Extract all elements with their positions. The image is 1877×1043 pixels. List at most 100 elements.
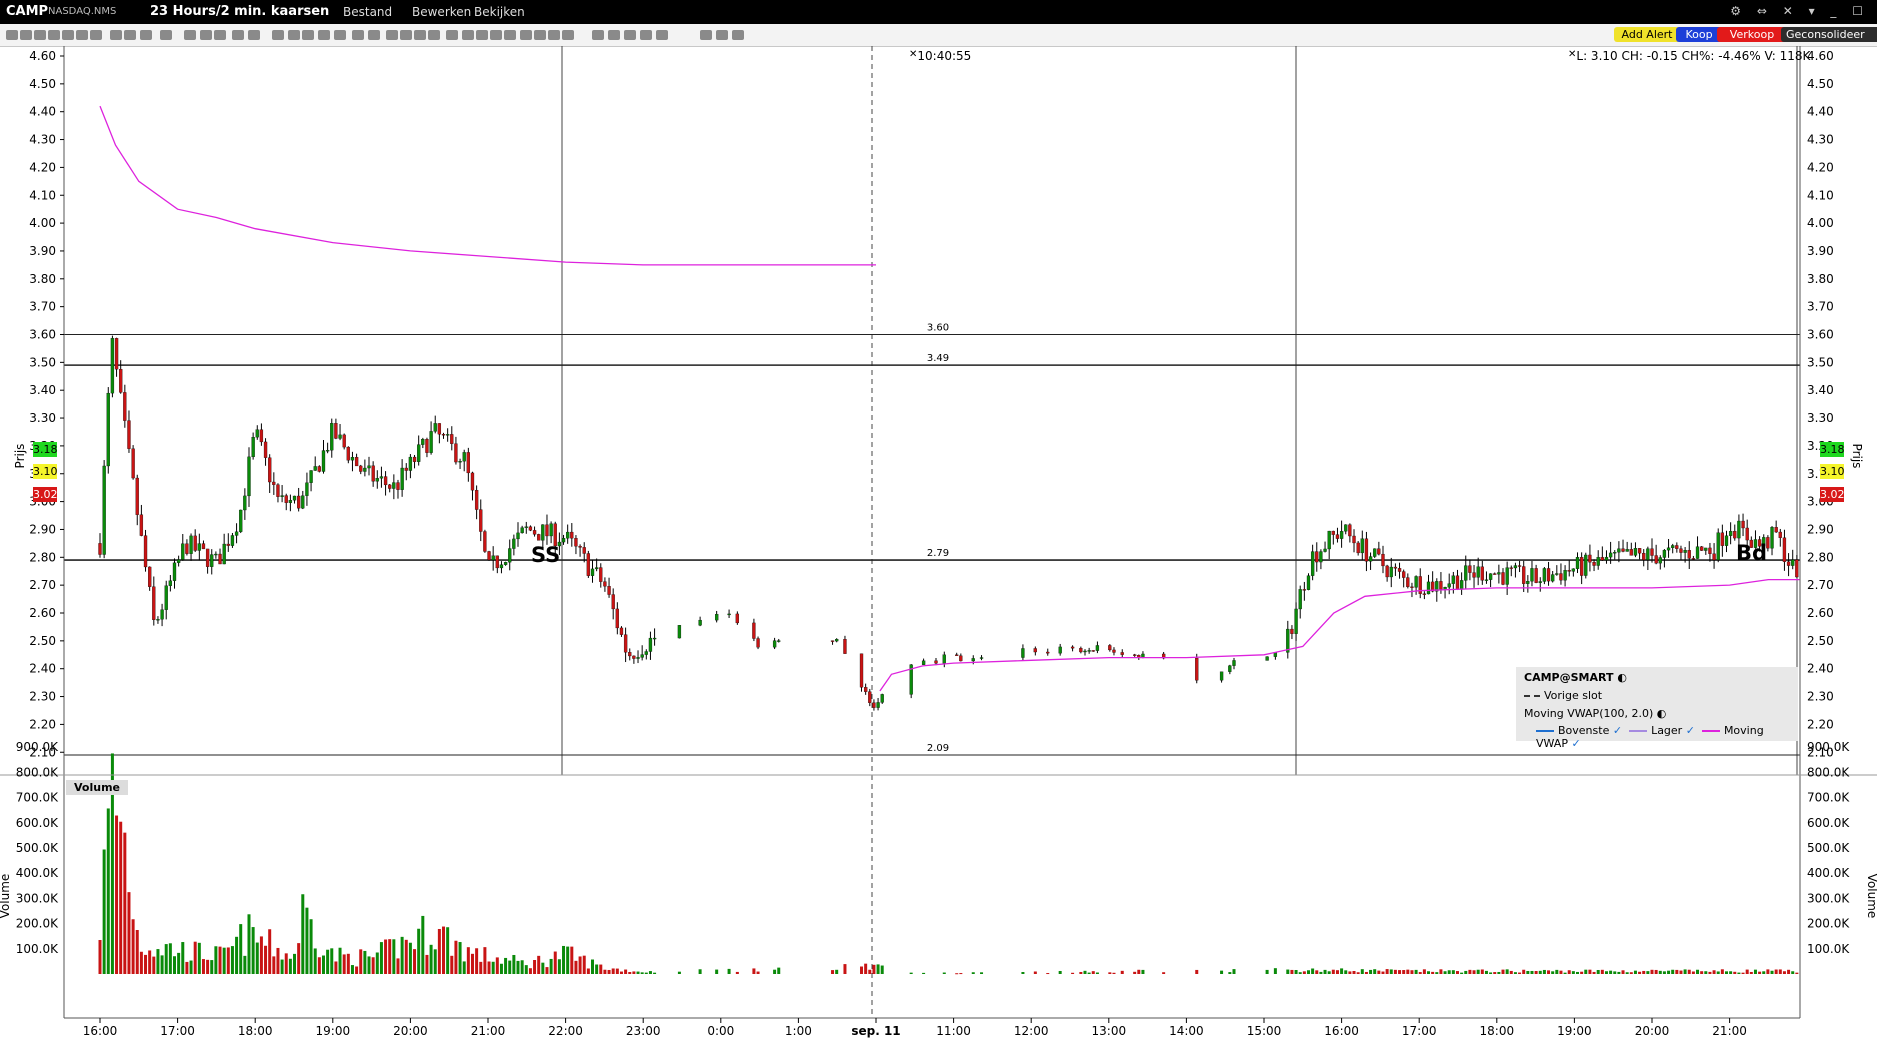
buy-button[interactable]: Koop	[1676, 27, 1722, 42]
toolbar-tool-icon[interactable]	[490, 30, 502, 40]
toolbar-tool-icon[interactable]	[414, 30, 426, 40]
candle-body	[1687, 550, 1691, 559]
toolbar-tool-icon[interactable]	[232, 30, 244, 40]
candle-body	[516, 532, 520, 540]
volume-bar	[1559, 970, 1563, 974]
check-icon[interactable]: ✓	[1571, 737, 1580, 750]
toolbar-tool-icon[interactable]	[90, 30, 102, 40]
toolbar-tool-icon[interactable]	[400, 30, 412, 40]
candle-body	[338, 434, 342, 439]
candle-body	[1650, 548, 1654, 556]
candle-body	[1497, 572, 1501, 575]
toolbar-tool-icon[interactable]	[288, 30, 300, 40]
volume-bar	[1505, 969, 1509, 974]
volume-bar	[313, 948, 317, 974]
price-axis-label: Prijs	[13, 444, 27, 469]
price-chart[interactable]: 3.60 3.49 2.79 2.09 4.60 4.60 4.50 4.50 4.40 4.4…	[0, 46, 1877, 1043]
toolbar-tool-icon[interactable]	[562, 30, 574, 40]
candle-body	[628, 652, 632, 657]
candle-body	[1406, 577, 1410, 587]
volume-bar	[1137, 969, 1141, 974]
consolidated-button[interactable]: Geconsolideer	[1781, 27, 1877, 42]
toolbar-tool-icon[interactable]	[334, 30, 346, 40]
volume-bar	[1319, 971, 1323, 974]
vwap-swatch	[1701, 730, 1720, 732]
toolbar-tool-icon[interactable]	[140, 30, 152, 40]
toolbar-tool-icon[interactable]	[732, 30, 744, 40]
volume-bar	[1542, 969, 1546, 974]
menu-bewerken[interactable]: Bewerken	[412, 5, 471, 19]
toolbar-tool-icon[interactable]	[34, 30, 46, 40]
toolbar-tool-icon[interactable]	[624, 30, 636, 40]
toolbar-tool-icon[interactable]	[368, 30, 380, 40]
toolbar-tool-icon[interactable]	[428, 30, 440, 40]
toolbar-tool-icon[interactable]	[534, 30, 546, 40]
toolbar-tool-icon[interactable]	[700, 30, 712, 40]
volume-bar	[632, 971, 636, 974]
toolbar-tool-icon[interactable]	[446, 30, 458, 40]
candle-body	[677, 625, 682, 639]
toolbar-tool-icon[interactable]	[548, 30, 560, 40]
candle-body	[1484, 579, 1489, 581]
check-icon[interactable]: ✓	[1613, 724, 1622, 737]
toolbar-tool-icon[interactable]	[302, 30, 314, 40]
toolbar-tool-icon[interactable]	[110, 30, 122, 40]
candle-body	[1298, 589, 1302, 610]
sell-button[interactable]: Verkoop	[1717, 27, 1787, 42]
candle-body	[652, 637, 657, 640]
candle-body	[632, 655, 636, 659]
toolbar-tool-icon[interactable]	[184, 30, 196, 40]
toolbar-tool-icon[interactable]	[20, 30, 32, 40]
candle-body	[268, 457, 272, 483]
candle-body	[1232, 660, 1236, 666]
volume-bar	[1683, 969, 1687, 974]
toolbar-tool-icon[interactable]	[386, 30, 398, 40]
toolbar-tool-icon[interactable]	[608, 30, 620, 40]
window-controls[interactable]: ⚙ ⇔ ✕ ▾ _ ☐	[1730, 4, 1869, 18]
info-icon[interactable]: ◐	[1657, 707, 1667, 720]
toolbar-tool-icon[interactable]	[6, 30, 18, 40]
toolbar-tool-icon[interactable]	[640, 30, 652, 40]
toolbar-tool-icon[interactable]	[476, 30, 488, 40]
toolbar-tool-icon[interactable]	[248, 30, 260, 40]
info-icon[interactable]: ◐	[1617, 671, 1627, 684]
volume-bar	[1613, 971, 1617, 974]
toolbar-tool-icon[interactable]	[62, 30, 74, 40]
candle-body	[561, 538, 566, 543]
candle-body	[1447, 583, 1451, 588]
toolbar-tool-icon[interactable]	[716, 30, 728, 40]
candle-body	[1501, 572, 1505, 585]
toolbar-tool-icon[interactable]	[318, 30, 330, 40]
toolbar-tool-icon[interactable]	[76, 30, 88, 40]
toolbar-tool-icon[interactable]	[520, 30, 532, 40]
toolbar-tool-icon[interactable]	[656, 30, 668, 40]
toolbar-tool-icon[interactable]	[504, 30, 516, 40]
volume-bar	[177, 952, 181, 974]
candle-body	[1352, 535, 1356, 544]
check-icon[interactable]: ✓	[1686, 724, 1695, 737]
toolbar-tool-icon[interactable]	[272, 30, 284, 40]
toolbar-tool-icon[interactable]	[160, 30, 172, 40]
symbol-label[interactable]: CAMP	[6, 4, 48, 19]
volume-bar	[653, 972, 657, 974]
volume-bar	[293, 953, 297, 974]
period-dropdown[interactable]: 23 Hours/2 min. kaarsen	[150, 4, 329, 19]
menu-bekijken[interactable]: Bekijken	[474, 5, 525, 19]
toolbar-tool-icon[interactable]	[200, 30, 212, 40]
x-tick-label: 16:00	[83, 1024, 118, 1038]
candle-body	[594, 567, 599, 570]
menu-bestand[interactable]: Bestand	[343, 5, 392, 19]
price-tick-label-right: 3.70	[1807, 300, 1834, 314]
toolbar-tool-icon[interactable]	[48, 30, 60, 40]
add-alert-button[interactable]: Add Alert	[1614, 27, 1680, 42]
volume-badge[interactable]: Volume	[66, 780, 128, 795]
candle-body	[1070, 646, 1075, 649]
toolbar-tool-icon[interactable]	[352, 30, 364, 40]
toolbar-tool-icon[interactable]	[462, 30, 474, 40]
toolbar-tool-icon[interactable]	[124, 30, 136, 40]
toolbar-tool-icon[interactable]	[592, 30, 604, 40]
candle-body	[143, 535, 148, 568]
toolbar-tool-icon[interactable]	[214, 30, 226, 40]
volume-bar	[1352, 971, 1356, 974]
volume-bar	[421, 915, 425, 974]
